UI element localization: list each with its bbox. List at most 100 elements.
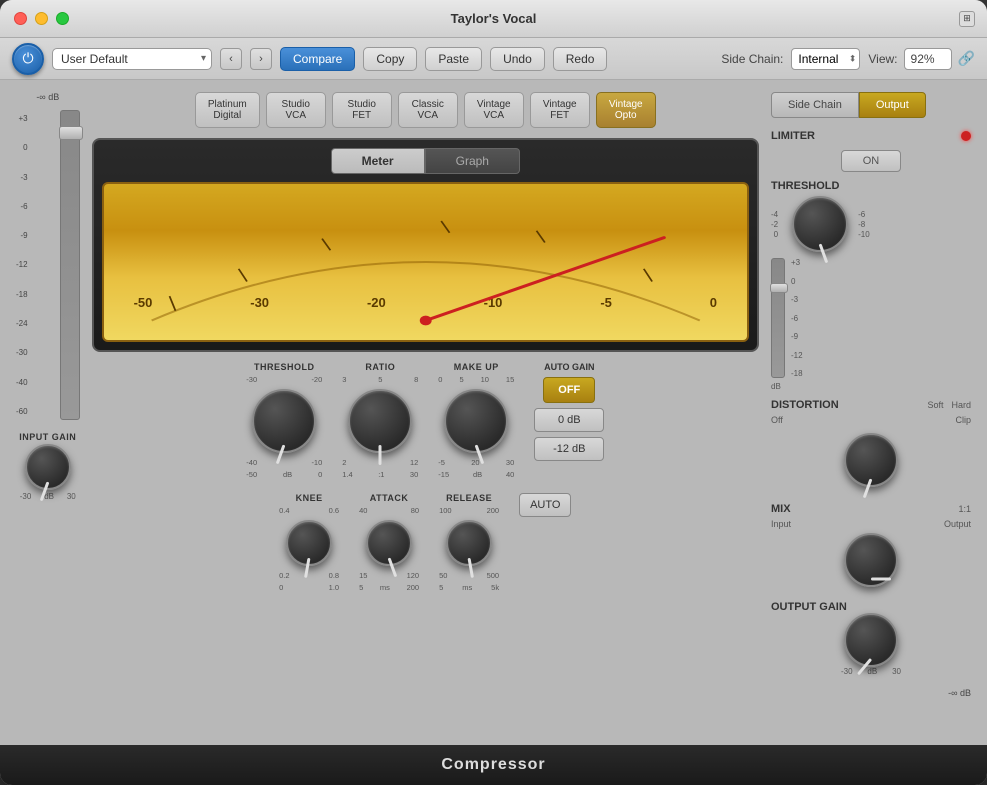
limiter-label: LIMITER <box>771 130 815 142</box>
mix-ratio: 1:1 <box>958 504 971 514</box>
fader-mark-m3: -3 <box>20 173 27 182</box>
meter-tabs: Meter Graph <box>102 148 749 174</box>
vu-meter: -50 -30 -20 -10 -5 0 <box>102 182 749 342</box>
output-gain-knob[interactable] <box>844 613 898 667</box>
fader-mark-m60: -60 <box>16 407 28 416</box>
center-panel: PlatinumDigital StudioVCA StudioFET Clas… <box>92 92 759 733</box>
input-gain-fader[interactable] <box>60 110 80 420</box>
limiter-on-button[interactable]: ON <box>841 150 901 172</box>
input-gain-label: INPUT GAIN <box>19 432 76 442</box>
output-gain-section: OUTPUT GAIN -30 dB 30 <box>771 601 971 676</box>
link-icon[interactable]: 🔗 <box>958 50 975 67</box>
output-tab[interactable]: Output <box>859 92 926 118</box>
type-classic-vca[interactable]: ClassicVCA <box>398 92 458 128</box>
ratio-label: RATIO <box>365 362 395 372</box>
power-button[interactable]: ⏻ <box>12 43 44 75</box>
compare-button[interactable]: Compare <box>280 47 355 71</box>
controls-row-2: KNEE 0.40.6 0.20.8 01.0 ATTACK <box>92 493 759 592</box>
fader-mark-m12: -12 <box>16 260 28 269</box>
makeup-knob[interactable] <box>444 389 508 453</box>
r-thresh-mark-6: -6 <box>858 210 865 219</box>
input-gain-db: dB <box>44 492 54 501</box>
right-panel: Side Chain Output LIMITER ON THRESHOLD -… <box>771 92 971 733</box>
r-thresh-db: dB <box>771 382 971 391</box>
sidechain-select[interactable]: Internal <box>791 48 860 70</box>
distortion-knob[interactable] <box>844 433 898 487</box>
right-threshold-knob[interactable] <box>792 196 848 252</box>
ratio-knob[interactable] <box>348 389 412 453</box>
fader-mark-m9: -9 <box>20 231 27 240</box>
sc-tab[interactable]: Side Chain <box>771 92 859 118</box>
main-window: Taylor's Vocal ⊞ ⏻ User Default ‹ › Comp… <box>0 0 987 785</box>
maximize-button[interactable] <box>56 12 69 25</box>
threshold-knob[interactable] <box>252 389 316 453</box>
r-thresh-mark-2: -2 <box>771 220 778 229</box>
r-thresh-mark-4: -4 <box>771 210 778 219</box>
distortion-hard: Hard <box>951 400 971 410</box>
sidechain-container: Internal <box>791 48 860 70</box>
mix-knob[interactable] <box>844 533 898 587</box>
auto-section: AUTO <box>519 493 571 525</box>
input-gain-knob[interactable] <box>25 444 71 490</box>
paste-button[interactable]: Paste <box>425 47 482 71</box>
attack-section: ATTACK 4080 15120 5ms200 <box>359 493 419 592</box>
type-studio-fet[interactable]: StudioFET <box>332 92 392 128</box>
nav-back-button[interactable]: ‹ <box>220 48 242 70</box>
input-gain-handle[interactable] <box>59 126 83 140</box>
knee-knob[interactable] <box>286 520 332 566</box>
compressor-type-tabs: PlatinumDigital StudioVCA StudioFET Clas… <box>92 92 759 128</box>
minimize-button[interactable] <box>35 12 48 25</box>
type-vintage-opto[interactable]: VintageOpto <box>596 92 656 128</box>
output-gain-max: 30 <box>892 667 901 676</box>
threshold-section: THRESHOLD -30-20 -40-10 -50dB0 <box>246 362 322 479</box>
input-gain-section: INPUT GAIN -30 dB 30 <box>19 432 76 501</box>
right-threshold-fader[interactable] <box>771 258 785 378</box>
type-studio-vca[interactable]: StudioVCA <box>266 92 326 128</box>
right-output-fader-section: -∞ dB <box>771 688 971 698</box>
r-fader-m6: -6 <box>791 314 803 323</box>
view-label: View: <box>868 52 897 66</box>
preset-dropdown[interactable]: User Default <box>52 48 212 70</box>
release-knob[interactable] <box>446 520 492 566</box>
type-vintage-fet[interactable]: VintageFET <box>530 92 590 128</box>
knee-section: KNEE 0.40.6 0.20.8 01.0 <box>279 493 339 592</box>
fader-mark-m40: -40 <box>16 378 28 387</box>
mix-output: Output <box>944 519 971 529</box>
nav-forward-button[interactable]: › <box>250 48 272 70</box>
right-threshold-label: THRESHOLD <box>771 180 971 192</box>
auto-gain-label: AUTO GAIN <box>544 362 594 372</box>
close-button[interactable] <box>14 12 27 25</box>
type-platinum-digital[interactable]: PlatinumDigital <box>195 92 260 128</box>
r-thresh-mark-8: -8 <box>858 220 865 229</box>
meter-tab-graph[interactable]: Graph <box>425 148 520 174</box>
output-gain-min: -30 <box>841 667 853 676</box>
left-panel: -∞ dB +3 0 -3 -6 -9 -12 -18 -24 -30 -40 … <box>16 92 80 733</box>
input-gain-max: 30 <box>67 492 76 501</box>
output-gain-db: dB <box>867 667 877 676</box>
limiter-led <box>961 131 971 141</box>
distortion-clip: Clip <box>955 415 971 425</box>
auto-gain-m12db-button[interactable]: -12 dB <box>534 437 604 461</box>
mix-section: MIX 1:1 Input Output <box>771 503 971 587</box>
meter-tab-meter[interactable]: Meter <box>331 148 425 174</box>
auto-gain-off-button[interactable]: OFF <box>543 377 595 403</box>
r-fader-0: 0 <box>791 277 803 286</box>
bottom-label: Compressor <box>441 756 545 774</box>
r-fader-m9: -9 <box>791 332 803 341</box>
type-vintage-vca[interactable]: VintageVCA <box>464 92 524 128</box>
attack-knob[interactable] <box>366 520 412 566</box>
right-threshold-handle[interactable] <box>770 283 788 293</box>
redo-button[interactable]: Redo <box>553 47 608 71</box>
fader-mark-m24: -24 <box>16 319 28 328</box>
window-title: Taylor's Vocal <box>451 11 537 26</box>
copy-button[interactable]: Copy <box>363 47 417 71</box>
auto-button[interactable]: AUTO <box>519 493 571 517</box>
bottom-bar: Compressor <box>0 745 987 785</box>
sc-output-tabs: Side Chain Output <box>771 92 971 118</box>
fader-mark-p3: +3 <box>18 114 27 123</box>
undo-button[interactable]: Undo <box>490 47 545 71</box>
ratio-section: RATIO 358 212 1.4:130 <box>342 362 418 479</box>
expand-button[interactable]: ⊞ <box>959 11 975 27</box>
auto-gain-0db-button[interactable]: 0 dB <box>534 408 604 432</box>
makeup-section: MAKE UP 051015 -52030 -15dB40 <box>438 362 514 479</box>
